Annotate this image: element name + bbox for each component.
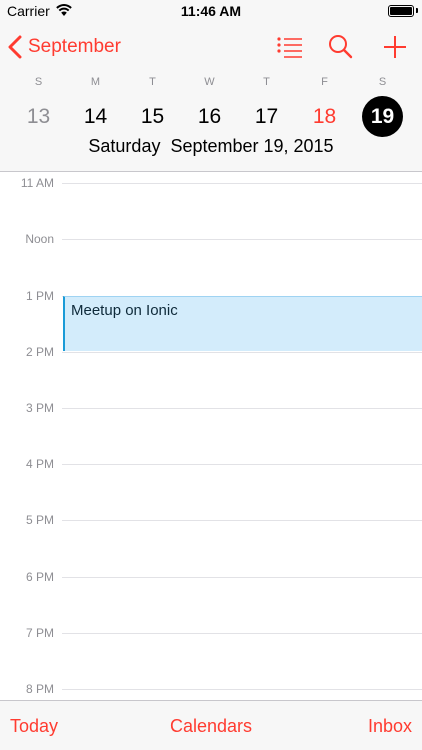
hour-label: 5 PM [25, 513, 54, 527]
date-13[interactable]: 13 [18, 96, 59, 137]
list-icon[interactable] [276, 34, 304, 60]
date-19-selected[interactable]: 19 [362, 96, 403, 137]
hour-label: 8 PM [25, 682, 54, 696]
weekday-letter: S [34, 76, 43, 88]
hour-label: Noon [25, 232, 54, 246]
selected-weekday: Saturday [88, 136, 161, 156]
hour-row: 5 PM [0, 513, 422, 527]
hour-label: 2 PM [25, 345, 54, 359]
weekday-letter: F [321, 76, 328, 88]
today-button[interactable]: Today [10, 716, 58, 737]
week-strip: S 13 M 14 T 15 W 16 T 17 F 18 S 19 Satur… [0, 72, 422, 172]
battery-icon [388, 5, 414, 17]
weekday-letter: S [378, 76, 387, 88]
calendars-button[interactable]: Calendars [170, 716, 252, 736]
hour-divider [62, 239, 422, 240]
back-label: September [28, 36, 121, 57]
date-15[interactable]: 15 [132, 96, 173, 137]
hour-row: 8 PM [0, 682, 422, 696]
weekday-letter: T [149, 76, 156, 88]
hour-label: 6 PM [25, 570, 54, 584]
date-17[interactable]: 17 [246, 96, 287, 137]
event-title: Meetup on Ionic [71, 302, 178, 319]
chevron-left-icon [8, 35, 22, 59]
hour-divider [62, 352, 422, 353]
hour-row: 11 AM [0, 176, 422, 190]
hour-divider [62, 633, 422, 634]
selected-full-date: September 19, 2015 [170, 136, 334, 156]
calendars-button-wrap: Calendars [0, 716, 422, 737]
add-icon[interactable] [381, 34, 409, 60]
hour-row: 6 PM [0, 570, 422, 584]
hour-label: 7 PM [25, 626, 54, 640]
status-time: 11:46 AM [180, 3, 242, 19]
search-icon[interactable] [327, 34, 355, 60]
inbox-button[interactable]: Inbox [368, 716, 412, 737]
status-bar: Carrier 11:46 AM [0, 0, 422, 22]
day-timeline[interactable]: 11 AM Noon 1 PM 2 PM 3 PM 4 PM 5 PM 6 PM… [0, 173, 422, 700]
hour-label: 1 PM [25, 289, 54, 303]
hour-row: 4 PM [0, 457, 422, 471]
weekday-letter: T [263, 76, 270, 88]
date-14[interactable]: 14 [75, 96, 116, 137]
weekday-letter: W [204, 76, 215, 88]
hour-divider [62, 183, 422, 184]
hour-divider [62, 520, 422, 521]
date-18-today[interactable]: 18 [304, 96, 345, 137]
event-block[interactable]: Meetup on Ionic [63, 296, 422, 351]
selected-date-label: Saturday September 19, 2015 [0, 136, 422, 157]
weekday-letter: M [90, 76, 101, 88]
hour-row: 3 PM [0, 401, 422, 415]
battery-tip [416, 8, 418, 13]
hour-row: Noon [0, 232, 422, 246]
hour-divider [62, 689, 422, 690]
hour-label: 4 PM [25, 457, 54, 471]
hour-row: 2 PM [0, 345, 422, 359]
bottom-toolbar: Today Calendars Inbox [0, 700, 422, 750]
hour-divider [62, 577, 422, 578]
hour-divider [62, 408, 422, 409]
hour-label: 3 PM [25, 401, 54, 415]
hour-label: 11 AM [20, 176, 54, 190]
date-16[interactable]: 16 [189, 96, 230, 137]
hour-row: 7 PM [0, 626, 422, 640]
nav-bar: September [0, 22, 422, 72]
hour-divider [62, 464, 422, 465]
back-button[interactable]: September [8, 33, 121, 61]
